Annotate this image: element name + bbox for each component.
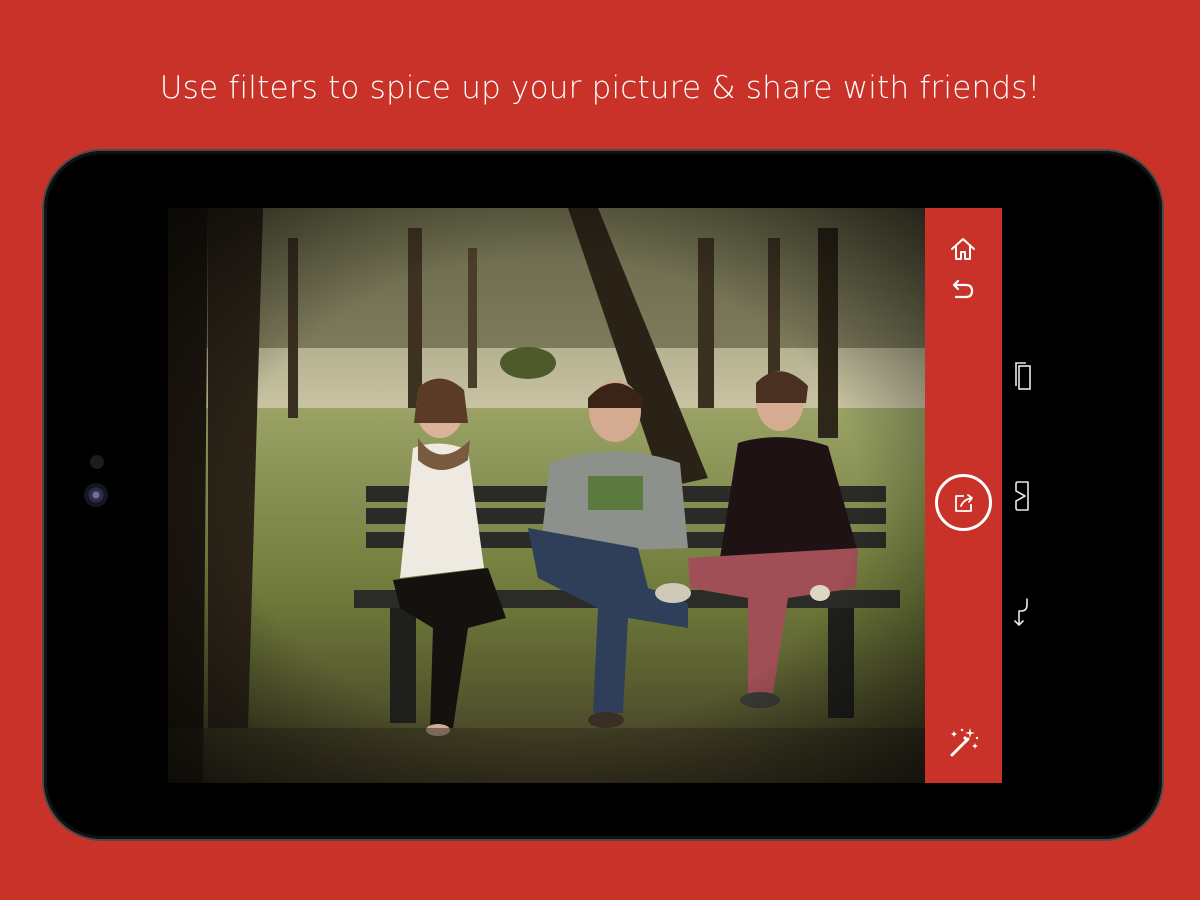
- back-key-icon: [1014, 598, 1028, 626]
- headline: Use filters to spice up your picture & s…: [159, 70, 1041, 106]
- tablet-screen: [168, 208, 1002, 783]
- photo-preview: [168, 208, 925, 783]
- photo-illustration: [168, 208, 925, 783]
- editor-side-panel: [925, 208, 1002, 783]
- nav-recent-apps[interactable]: [1008, 358, 1038, 394]
- home-button[interactable]: [946, 234, 980, 264]
- undo-icon: [952, 279, 974, 299]
- undo-button[interactable]: [946, 274, 980, 304]
- share-button[interactable]: [935, 474, 992, 531]
- front-camera: [84, 483, 108, 507]
- front-sensor: [90, 455, 104, 469]
- nav-home-key[interactable]: [1008, 478, 1038, 514]
- share-icon: [954, 493, 973, 512]
- home-icon: [951, 238, 975, 260]
- recent-apps-icon: [1015, 362, 1031, 390]
- home-key-icon: [1015, 481, 1029, 511]
- filters-button[interactable]: [945, 724, 981, 760]
- nav-back-key[interactable]: [1008, 594, 1038, 630]
- magic-wand-icon: [950, 728, 979, 757]
